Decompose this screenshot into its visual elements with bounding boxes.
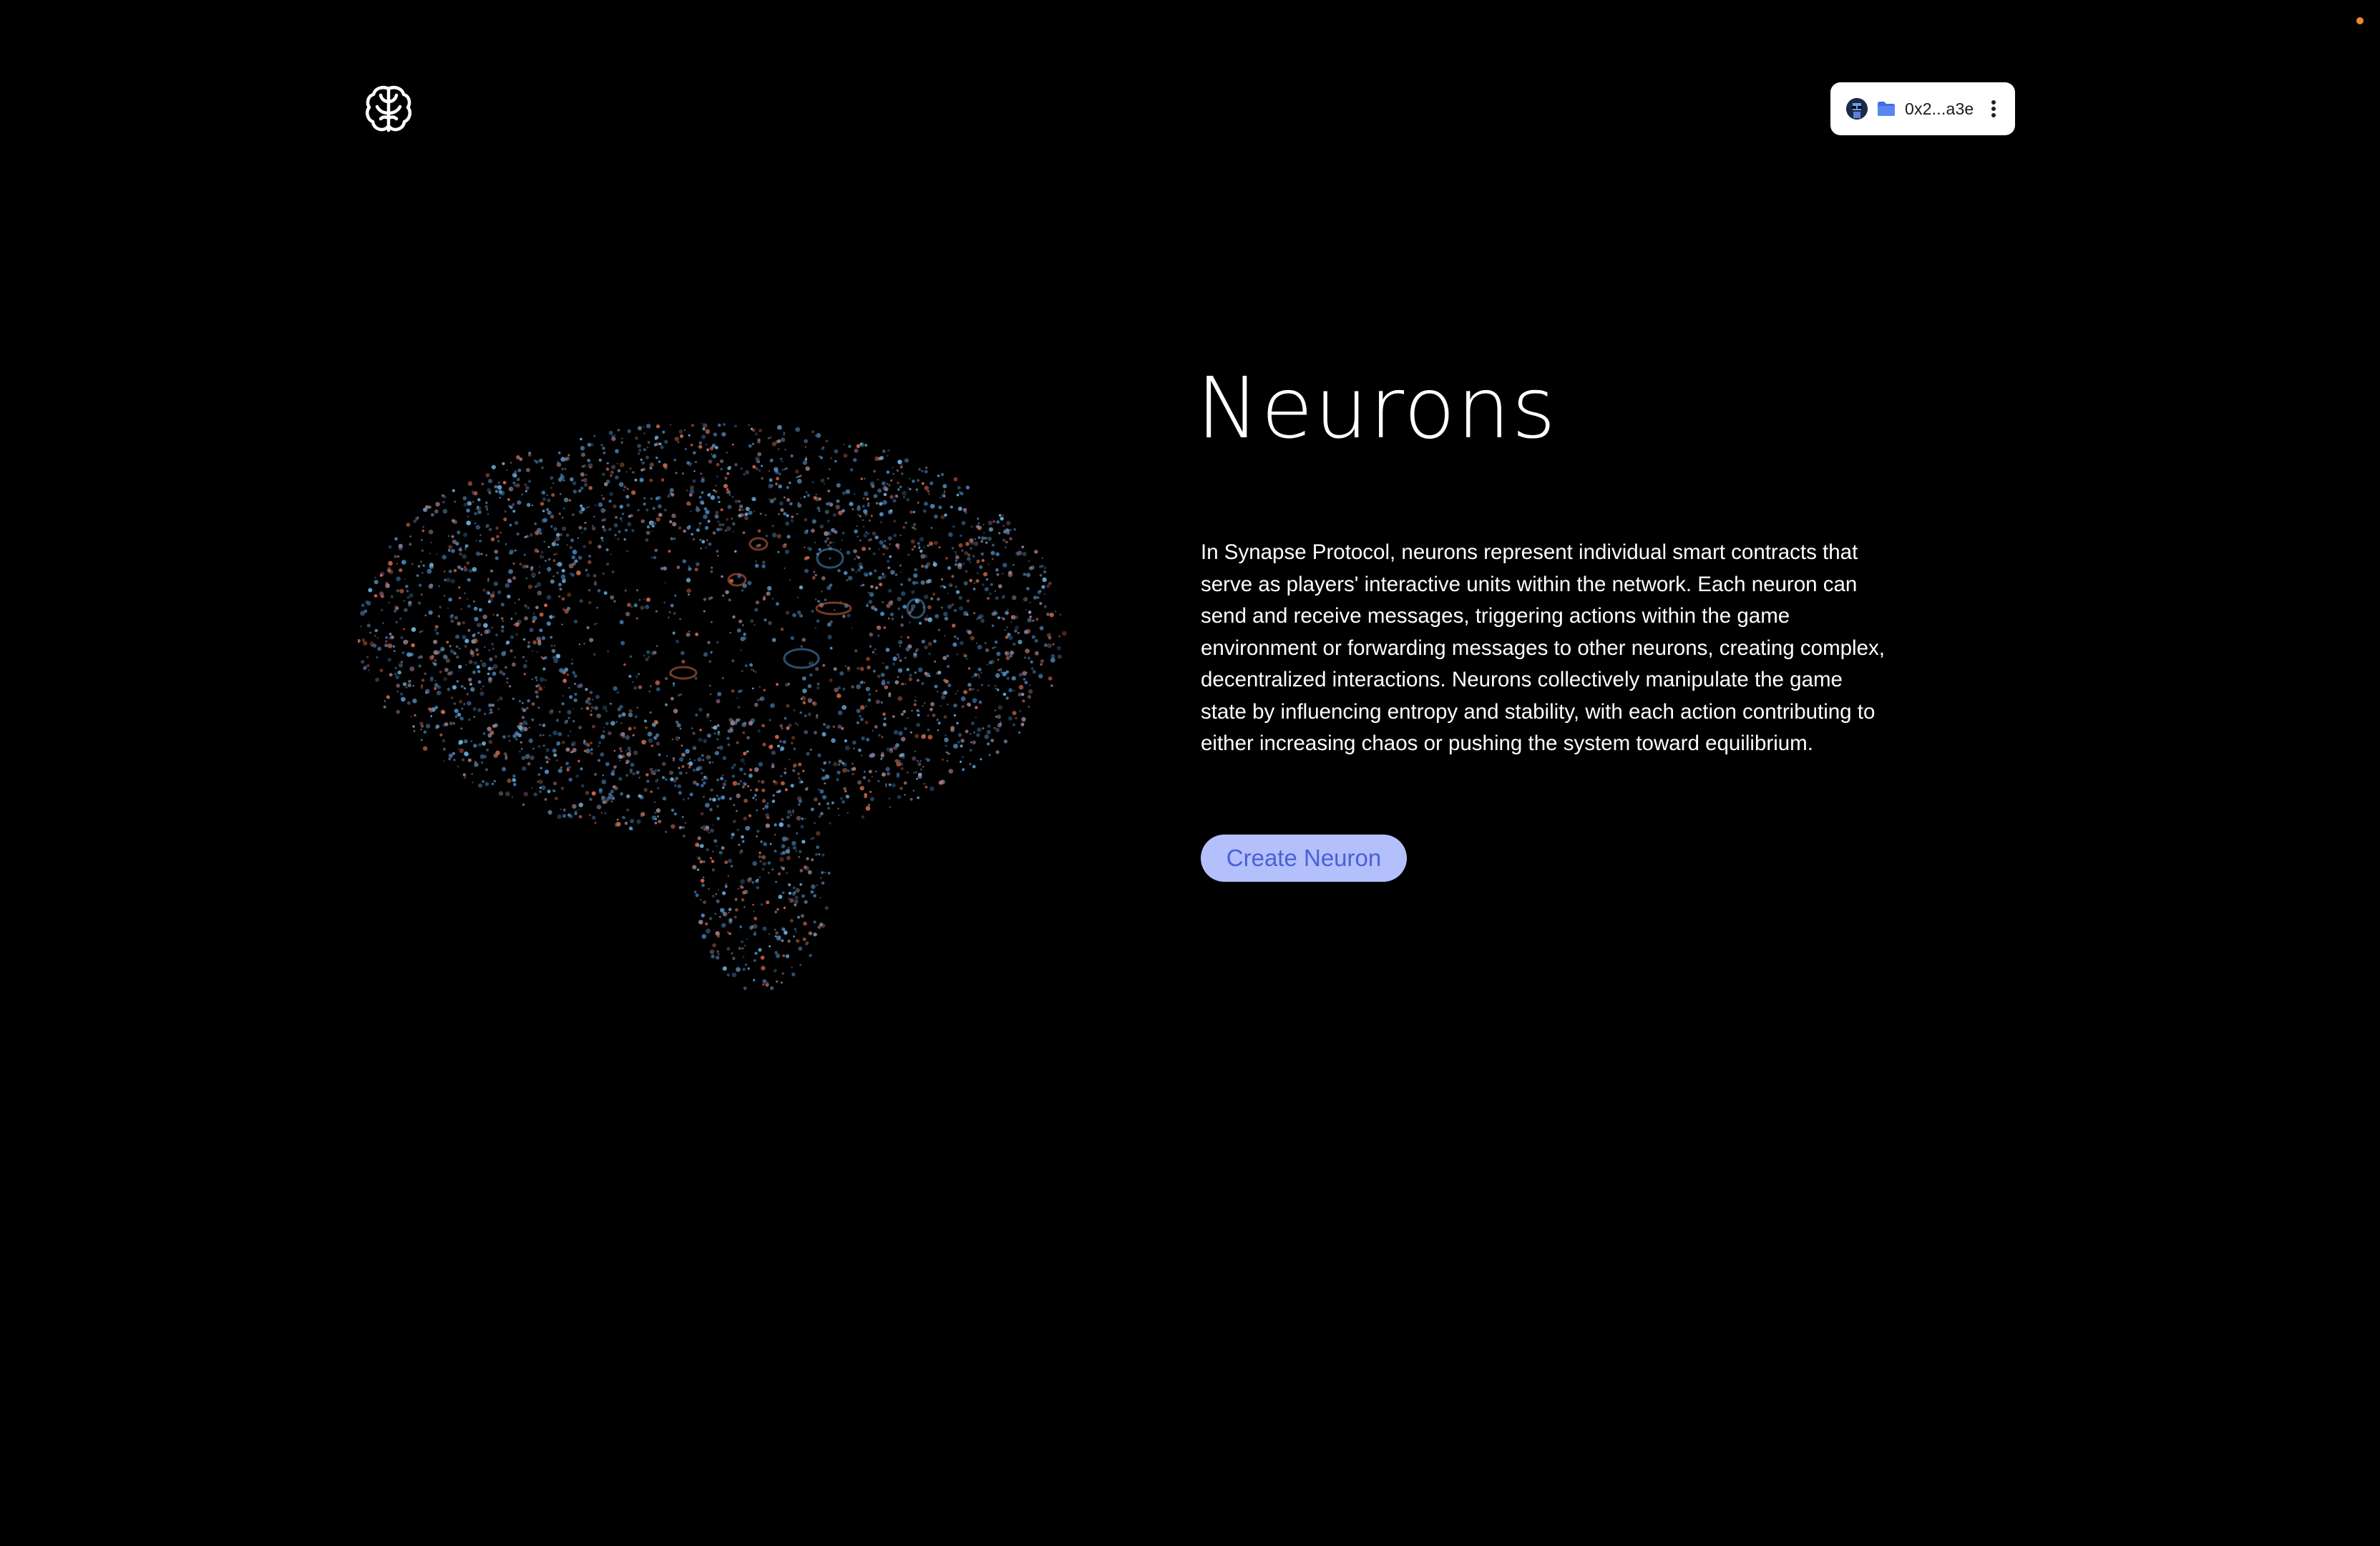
create-neuron-button[interactable]: Create Neuron — [1201, 835, 1407, 882]
wallet-connect-button[interactable]: 0x2...a3e — [1830, 82, 2015, 135]
wallet-folder-icon — [1876, 100, 1896, 117]
brain-particle-icon — [356, 386, 1088, 1002]
page-title: Neurons — [1196, 359, 1558, 457]
wallet-address: 0x2...a3e — [1905, 99, 1974, 118]
brain-logo-icon[interactable] — [365, 84, 412, 133]
status-indicator-dot — [2356, 17, 2364, 24]
more-vertical-icon[interactable] — [1989, 98, 1998, 120]
nouns-avatar-icon — [1846, 98, 1868, 120]
neurons-description: In Synapse Protocol, neurons represent i… — [1201, 540, 1885, 755]
